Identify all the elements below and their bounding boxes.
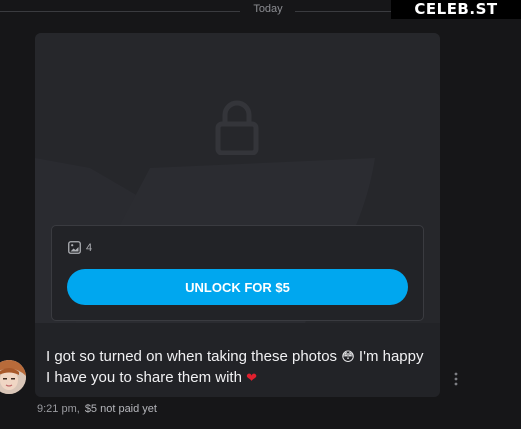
red-heart-emoji-icon: ❤ (246, 371, 258, 386)
watermark-logo: CELEB.ST (391, 0, 521, 19)
media-count: 4 (68, 241, 92, 254)
price-status: $5 not paid yet (84, 403, 157, 415)
flushed-face-emoji-icon: 😳 (341, 350, 355, 365)
date-divider-left (0, 11, 240, 12)
date-divider-label: Today (253, 3, 283, 15)
locked-message-card: 4 UNLOCK FOR $5 I got so turned on when … (35, 33, 440, 397)
avatar[interactable] (0, 360, 26, 394)
message-time: 9:21 pm, (37, 403, 80, 415)
date-divider-right (295, 11, 391, 12)
message-text: I got so turned on when taking these pho… (46, 347, 426, 389)
paywall-box: 4 UNLOCK FOR $5 (51, 225, 424, 321)
message-text-part1: I got so turned on when taking these pho… (46, 348, 342, 365)
more-vertical-icon[interactable] (451, 371, 461, 387)
avatar-image (0, 360, 26, 394)
media-count-value: 4 (86, 241, 93, 254)
message-meta: 9:21 pm, $5 not paid yet (37, 403, 157, 415)
lock-icon (215, 100, 259, 155)
unlock-button[interactable]: UNLOCK FOR $5 (67, 269, 408, 305)
locked-media-preview[interactable]: 4 UNLOCK FOR $5 (35, 33, 440, 323)
image-icon (68, 241, 81, 254)
